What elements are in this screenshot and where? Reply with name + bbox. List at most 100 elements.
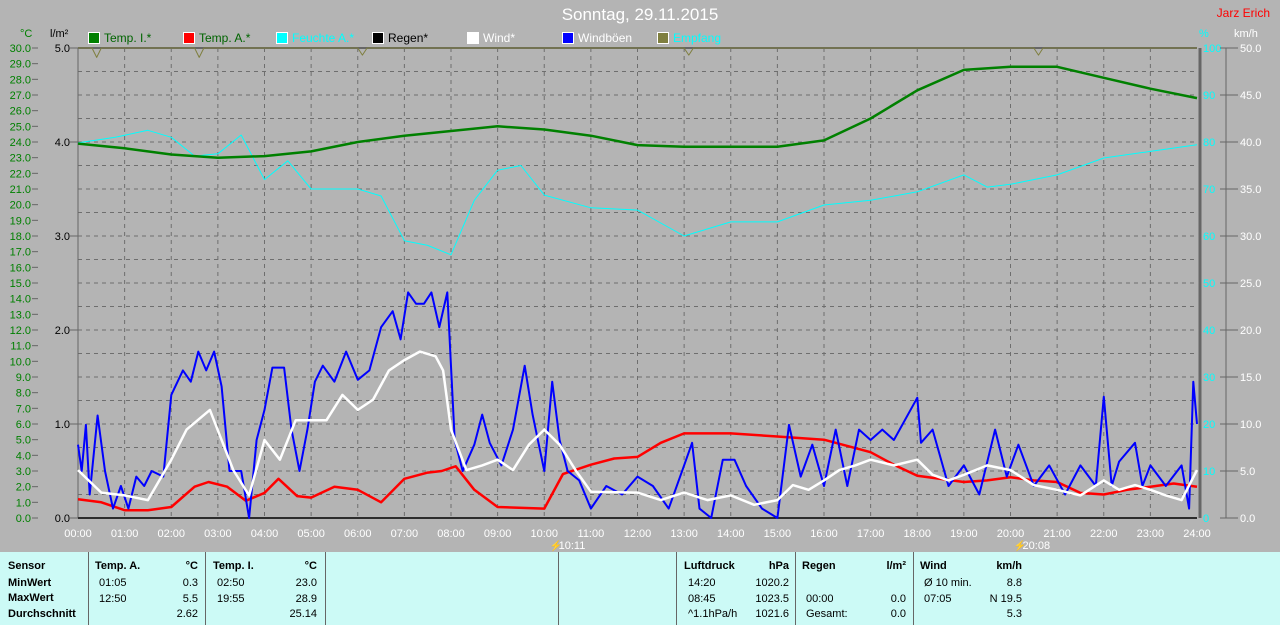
temp-tick-label: 24.0	[10, 137, 31, 149]
temp-tick-label: 12.0	[10, 325, 31, 337]
humidity-tick-label: 70	[1203, 184, 1215, 196]
humidity-tick-label: 60	[1203, 231, 1215, 243]
temp_a-value: 0.3	[182, 577, 198, 589]
temp_i-time: 19:55	[217, 592, 245, 605]
temp_a-time: 01:05	[99, 577, 127, 589]
rain-tick-label: 1.0	[55, 419, 70, 431]
row-label-avg: Durchschnitt	[8, 608, 76, 620]
temp_i-header: Temp. I.	[213, 560, 254, 572]
x-tick-label: 03:00	[204, 528, 232, 540]
x-tick-label: 02:00	[157, 528, 185, 540]
x-tick-label: 21:00	[1043, 528, 1071, 540]
x-tick-label: 05:00	[297, 528, 325, 540]
x-tick-label: 01:00	[111, 528, 139, 540]
x-tick-label: 20:00	[997, 528, 1025, 540]
wind-tick-label: 15.0	[1240, 372, 1261, 384]
humidity-tick-label: 80	[1203, 137, 1215, 149]
chart-svg: 0.0 1.0 2.0 3.0 4.0 5.0 6.0 7.0 8.0 9.0 10.0 11.0 12…	[10, 43, 1262, 552]
x-tick-label: 22:00	[1090, 528, 1118, 540]
pressure-value: 1023.5	[755, 592, 789, 605]
wind-header: Wind	[920, 560, 947, 572]
x-tick-label: 00:00	[64, 528, 92, 540]
x-tick-label: 10:00	[530, 528, 558, 540]
temp-tick-label: 11.0	[10, 341, 31, 353]
rain-time: Gesamt:	[806, 608, 848, 620]
temp-tick-label: 1.0	[16, 497, 31, 509]
sensor-header: Sensor	[8, 560, 46, 572]
humidity-tick-label: 10	[1203, 466, 1215, 478]
humidity-tick-label: 0	[1203, 513, 1209, 525]
wind-tick-label: 0.0	[1240, 513, 1255, 525]
wind-tick-label: 50.0	[1240, 43, 1261, 55]
rain-tick-label: 2.0	[55, 325, 70, 337]
temp-tick-label: 17.0	[10, 247, 31, 259]
wind-tick-label: 25.0	[1240, 278, 1261, 290]
humidity-tick-label: 50	[1203, 278, 1215, 290]
pressure-header: Luftdruck	[684, 560, 735, 572]
temp-tick-label: 25.0	[10, 121, 31, 133]
temp_a-value: 2.62	[176, 608, 198, 620]
x-tick-label: 16:00	[810, 528, 838, 540]
temp-tick-label: 29.0	[10, 59, 31, 71]
rain-tick-label: 0.0	[55, 513, 70, 525]
temp-tick-label: 19.0	[10, 215, 31, 227]
temp-tick-label: 16.0	[10, 262, 31, 274]
wind-tick-label: 30.0	[1240, 231, 1261, 243]
row-label-max: MaxWert	[8, 592, 54, 604]
temp-tick-label: 15.0	[10, 278, 31, 290]
pressure-value: 1021.6	[755, 608, 789, 620]
rain-time: 00:00	[806, 592, 834, 605]
temp_i-time: 02:50	[217, 577, 245, 589]
x-tick-label: 06:00	[344, 528, 372, 540]
temp-tick-label: 13.0	[10, 309, 31, 321]
x-tick-label: 17:00	[857, 528, 885, 540]
temp_a-time: 12:50	[99, 592, 127, 605]
temp_a-unit: °C	[185, 560, 198, 572]
wind-tick-label: 10.0	[1240, 419, 1261, 431]
wind-time: 07:05	[924, 592, 952, 605]
x-tick-label: 04:00	[251, 528, 279, 540]
rain-unit: l/m²	[886, 560, 906, 572]
humidity-tick-label: 100	[1203, 43, 1221, 55]
temp-tick-label: 20.0	[10, 200, 31, 212]
x-tick-label: 15:00	[764, 528, 792, 540]
temp-tick-label: 9.0	[16, 372, 31, 384]
temp-tick-label: 21.0	[10, 184, 31, 196]
temp_i-value: 23.0	[295, 577, 317, 589]
humidity-tick-label: 30	[1203, 372, 1215, 384]
x-tick-label: 09:00	[484, 528, 512, 540]
x-tick-label: 11:00	[578, 528, 605, 540]
humidity-tick-label: 90	[1203, 90, 1215, 102]
pressure-time: ^1.1hPa/h	[688, 608, 738, 620]
wind-tick-label: 20.0	[1240, 325, 1261, 337]
temp-tick-label: 26.0	[10, 106, 31, 118]
humidity-tick-label: 20	[1203, 419, 1215, 431]
wind-value: N 19.5	[989, 592, 1022, 605]
temp-tick-label: 22.0	[10, 168, 31, 180]
temp-tick-label: 27.0	[10, 90, 31, 102]
rain-tick-label: 3.0	[55, 231, 70, 243]
wind-tick-label: 40.0	[1240, 137, 1261, 149]
wind-tick-label: 5.0	[1240, 466, 1255, 478]
wind-tick-label: 35.0	[1240, 184, 1261, 196]
wind-tick-label: 45.0	[1240, 90, 1261, 102]
temp_i-value: 28.9	[295, 592, 317, 605]
temp-tick-label: 8.0	[16, 388, 31, 400]
temp-tick-label: 30.0	[10, 43, 31, 55]
pressure-value: 1020.2	[755, 577, 789, 589]
x-tick-label: 14:00	[717, 528, 745, 540]
pressure-time: 08:45	[688, 592, 716, 605]
x-tick-label: 24:00	[1183, 528, 1211, 540]
temp_a-header: Temp. A.	[95, 560, 141, 572]
x-tick-label: 08:00	[437, 528, 465, 540]
x-tick-label: 13:00	[670, 528, 698, 540]
temp-tick-label: 0.0	[16, 513, 31, 525]
x-tick-label: 12:00	[624, 528, 652, 540]
temp-tick-label: 14.0	[10, 294, 31, 306]
temp_i-value: 25.14	[289, 608, 317, 620]
x-tick-label: 19:00	[950, 528, 978, 540]
wind-unit: km/h	[996, 560, 1022, 572]
temp_i-unit: °C	[304, 560, 317, 572]
wind-value: 5.3	[1006, 608, 1022, 620]
temp_a-value: 5.5	[182, 592, 198, 605]
